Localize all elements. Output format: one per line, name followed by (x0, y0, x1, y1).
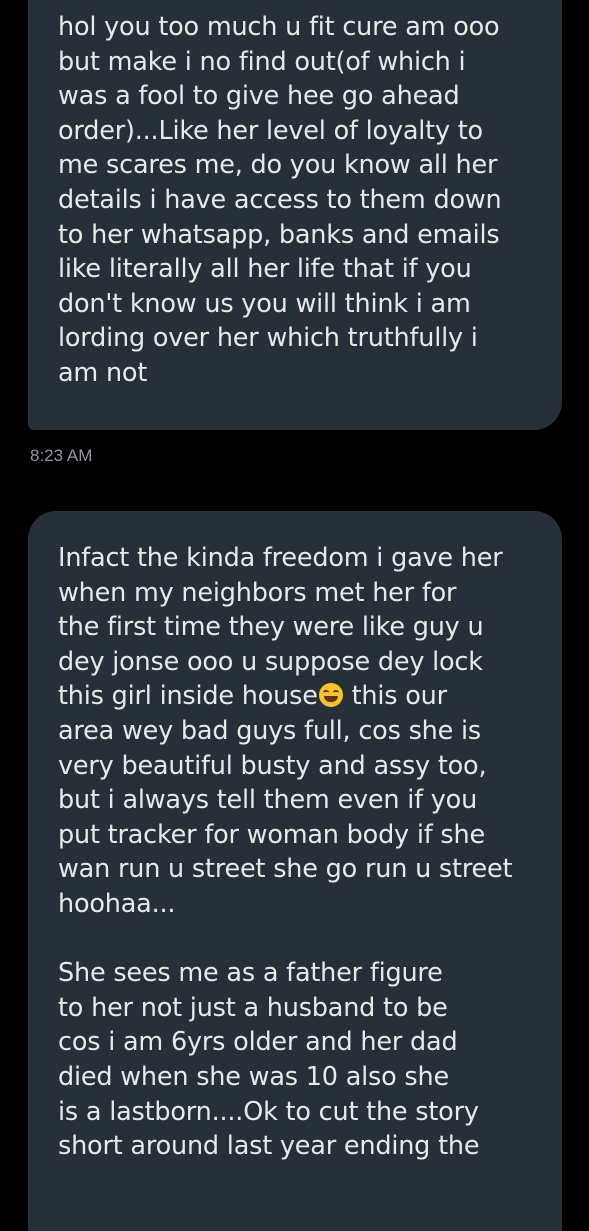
message-line: hoohaa... (58, 888, 176, 919)
message-line-with-emoji: this girl inside house this our (58, 679, 540, 714)
message-line: me scares me, do you know all her (58, 150, 498, 181)
message-line: put tracker for woman body if she (58, 819, 485, 850)
message-line: the first time they were like guy u (58, 612, 484, 643)
message-line: area wey bad guys full, cos she is (58, 715, 481, 746)
message-line: like literally all her life that if you (58, 254, 472, 285)
grinning-squinting-face-emoji-icon (318, 683, 343, 708)
message-line: dey jonse ooo u suppose dey lock (58, 646, 483, 677)
message-timestamp: 8:23 AM (30, 446, 93, 465)
message-text: this our (343, 681, 448, 712)
message-line: but make i no find out(of which i (58, 46, 466, 77)
message-line: Infact the kinda freedom i gave her (58, 543, 503, 573)
message-line: to her whatsapp, banks and emails (58, 219, 500, 250)
message-bubble-2[interactable]: Infact the kinda freedom i gave her when… (28, 511, 562, 1231)
message-line: very beautiful busty and assy too, (58, 750, 487, 781)
message-line: was a fool to give hee go ahead (58, 81, 460, 112)
message-line: She sees me as a father figure (58, 958, 443, 989)
message-line: cos i am 6yrs older and her dad (58, 1027, 458, 1058)
message-line: wan run u street she go run u street (58, 854, 513, 885)
message-line: died when she was 10 also she (58, 1061, 449, 1092)
message-line: when my neighbors met her for (58, 577, 457, 608)
message-line: short around last year ending the (58, 1131, 480, 1162)
message-line: details i have access to them down (58, 184, 502, 215)
message-line: lording over her which truthfully i (58, 323, 478, 354)
message-line: is a lastborn....Ok to cut the story (58, 1096, 479, 1127)
message-line: don't know us you will think i am (58, 288, 471, 319)
message-line: to her not just a husband to be (58, 992, 448, 1023)
message-line: but i always tell them even if you (58, 785, 478, 816)
message-line: hol you too much u fit cure am ooo (58, 12, 500, 42)
message-text: this girl inside house (58, 681, 318, 712)
message-line: order)...Like her level of loyalty to (58, 115, 483, 146)
message-bubble-1[interactable]: hol you too much u fit cure am ooo but m… (28, 0, 562, 430)
message-line: am not (58, 357, 148, 388)
